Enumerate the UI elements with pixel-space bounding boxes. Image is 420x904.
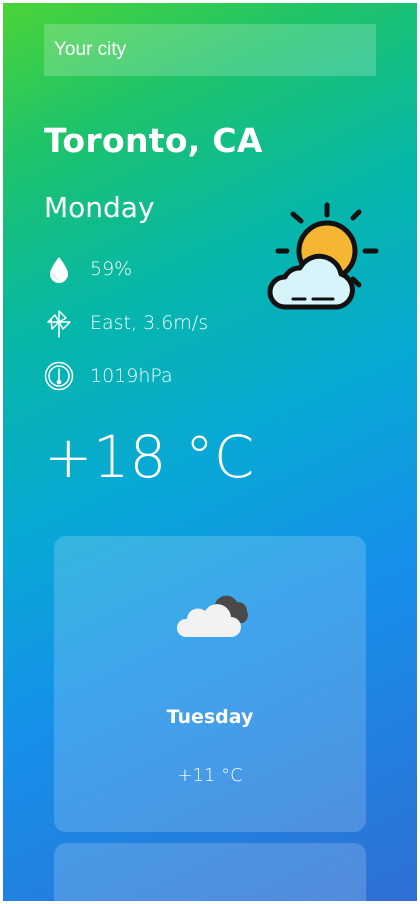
broken-clouds-icon: [175, 591, 249, 641]
city-search-input[interactable]: [44, 24, 376, 76]
sun-behind-cloud-icon: [265, 201, 381, 317]
barometer-gauge-icon: [44, 361, 74, 391]
humidity-row: 59%: [44, 254, 132, 284]
current-day: Monday: [44, 191, 155, 224]
pressure-row: 1019hPa: [44, 361, 173, 391]
forecast-day: Tuesday: [166, 706, 254, 728]
forecast-card[interactable]: Tuesday +11 °C: [54, 536, 366, 832]
pressure-value: 1019hPa: [90, 365, 173, 387]
water-drop-icon: [44, 254, 74, 284]
forecast-card[interactable]: [54, 843, 366, 901]
pinwheel-icon: [44, 308, 74, 338]
city-name: Toronto, CA: [44, 121, 263, 160]
weather-app: Toronto, CA Monday 59% East, 3.6m/s: [3, 3, 417, 901]
forecast-temperature: +11 °C: [177, 765, 243, 786]
current-temperature: +18 °C: [44, 423, 255, 491]
humidity-value: 59%: [90, 258, 133, 280]
wind-value: East, 3.6m/s: [90, 312, 209, 334]
wind-row: East, 3.6m/s: [44, 308, 208, 338]
